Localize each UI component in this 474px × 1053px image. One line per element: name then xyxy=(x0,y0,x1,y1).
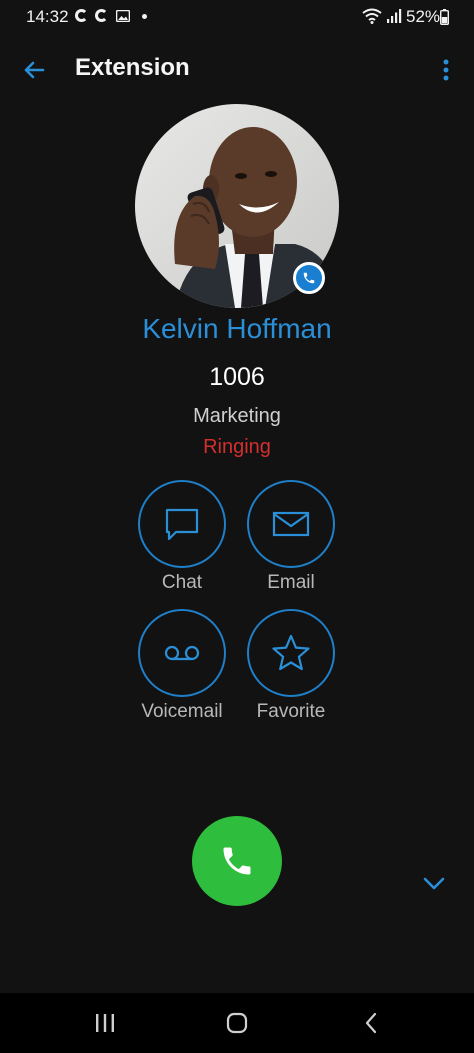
system-nav-bar xyxy=(0,993,474,1053)
wifi-icon xyxy=(362,8,382,24)
status-time: 14:32 xyxy=(26,7,69,26)
back-chevron-icon xyxy=(365,1012,377,1034)
more-options-button[interactable] xyxy=(426,50,466,90)
email-label: Email xyxy=(267,572,315,593)
app-bar: Extension xyxy=(0,40,474,100)
notification-dot-icon xyxy=(142,14,147,19)
battery-percentage: 52% xyxy=(406,7,441,26)
voicemail-button[interactable] xyxy=(138,609,226,697)
nav-back-button[interactable] xyxy=(346,1003,396,1043)
email-action[interactable]: Email xyxy=(226,480,356,594)
arrow-left-icon xyxy=(24,61,45,79)
google-g-icon xyxy=(95,9,108,22)
google-g-icon xyxy=(75,9,88,22)
more-vert-icon xyxy=(443,59,449,81)
expand-button[interactable] xyxy=(418,868,450,900)
contact-extension-number: 1006 xyxy=(209,363,265,391)
gallery-icon xyxy=(116,10,130,22)
chat-bubble-icon xyxy=(165,508,199,541)
favorite-button[interactable] xyxy=(247,609,335,697)
chevron-down-icon xyxy=(423,877,445,890)
star-outline-icon xyxy=(272,634,310,671)
contact-department: Marketing xyxy=(193,405,281,427)
extension-screen: 14:32 52% Extension Kelvin Hoffman 1006 … xyxy=(0,0,474,993)
call-button[interactable] xyxy=(192,816,282,906)
back-button[interactable] xyxy=(14,50,54,90)
envelope-icon xyxy=(272,511,310,537)
voicemail-icon xyxy=(164,645,200,661)
email-button[interactable] xyxy=(247,480,335,568)
recent-apps-icon xyxy=(96,1014,114,1032)
status-bar: 14:32 52% xyxy=(0,0,474,36)
home-icon xyxy=(226,1012,248,1034)
phone-icon xyxy=(223,847,251,875)
page-title: Extension xyxy=(75,54,190,81)
chat-button[interactable] xyxy=(138,480,226,568)
call-status: Ringing xyxy=(203,436,271,458)
presence-badge xyxy=(293,262,325,294)
recent-apps-button[interactable] xyxy=(80,1003,130,1043)
contact-name: Kelvin Hoffman xyxy=(142,313,332,344)
battery-icon xyxy=(440,9,449,25)
signal-icon xyxy=(387,9,402,23)
phone-icon xyxy=(303,272,315,284)
favorite-label: Favorite xyxy=(256,701,326,722)
home-button[interactable] xyxy=(212,1003,262,1043)
favorite-action[interactable]: Favorite xyxy=(226,609,356,723)
